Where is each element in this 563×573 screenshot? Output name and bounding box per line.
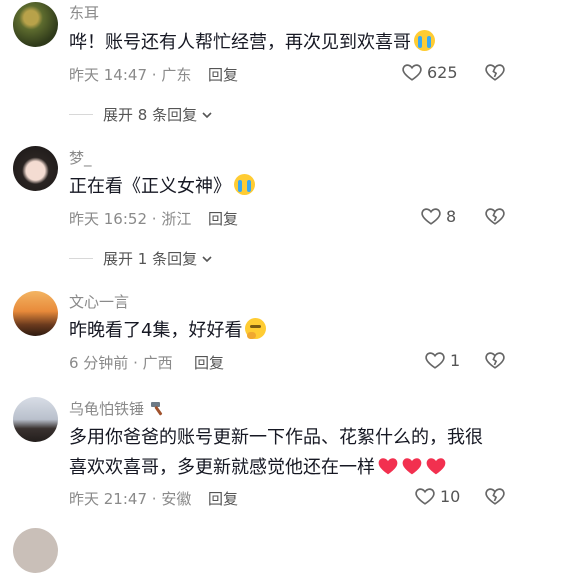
comment-text-line-2: 喜欢欢喜哥，多更新就感觉他还在一样 [69, 453, 509, 483]
comment-location: 广东 [161, 66, 192, 84]
comment-meta: 昨天 16:52 · 浙江 [69, 210, 192, 228]
avatar[interactable] [13, 528, 58, 573]
avatar[interactable] [13, 291, 58, 336]
expand-replies-label: 展开 8 条回复 [103, 106, 198, 124]
comment-meta: 昨天 21:47 · 安徽 [69, 490, 192, 508]
reply-button[interactable]: 回复 [208, 488, 238, 509]
broken-heart-icon[interactable] [484, 485, 506, 507]
comment-location: 广西 [142, 354, 173, 372]
thinking-emoji-icon [245, 318, 267, 339]
broken-heart-icon[interactable] [484, 205, 506, 227]
broken-heart-icon[interactable] [484, 61, 506, 83]
comment-text-content: 喜欢欢喜哥，多更新就感觉他还在一样 [69, 457, 375, 478]
like-count: 625 [427, 62, 458, 82]
hammer-icon [150, 402, 162, 416]
expand-replies-button[interactable]: 展开 1 条回复 [103, 248, 214, 269]
like-count: 1 [450, 350, 461, 370]
comment-meta: 昨天 14:47 · 广东 [69, 66, 192, 84]
expand-replies-button[interactable]: 展开 8 条回复 [103, 104, 214, 125]
comment-time: 6 分钟前 [69, 354, 129, 372]
comment-username[interactable]: 乌龟怕铁锤 [69, 398, 167, 419]
heart-outline-icon [425, 352, 445, 369]
comment-username[interactable]: 梦_ [69, 147, 92, 168]
reply-button[interactable]: 回复 [208, 64, 238, 85]
avatar[interactable] [13, 146, 58, 191]
crying-emoji-icon [414, 30, 435, 51]
comment-meta: 6 分钟前 · 广西 [69, 354, 173, 372]
comment-text: 昨晚看了4集，好好看 [69, 316, 509, 346]
comment-text-content: 哗！账号还有人帮忙经营，再次见到欢喜哥 [69, 32, 411, 53]
comment-text-content: 昨晚看了4集，好好看 [69, 320, 243, 341]
reply-button[interactable]: 回复 [194, 352, 224, 373]
comment-username[interactable]: 东耳 [69, 2, 99, 23]
red-heart-icon [402, 458, 422, 475]
replies-divider [69, 114, 93, 115]
like-button[interactable]: 625 [401, 61, 458, 83]
like-count: 8 [446, 206, 457, 226]
comment-text: 哗！账号还有人帮忙经营，再次见到欢喜哥 [69, 28, 509, 58]
like-button[interactable]: 1 [424, 349, 460, 371]
comment-text: 多用你爸爸的账号更新一下作品、花絮什么的，我很 喜欢欢喜哥，多更新就感觉他还在一… [69, 423, 509, 483]
reply-button[interactable]: 回复 [208, 208, 238, 229]
avatar[interactable] [13, 397, 58, 442]
avatar[interactable] [13, 2, 58, 47]
heart-outline-icon [415, 488, 435, 505]
heart-outline-icon [402, 64, 422, 81]
comment-location: 浙江 [161, 210, 192, 228]
comment-username-text: 乌龟怕铁锤 [69, 400, 145, 418]
comment-text: 正在看《正义女神》 [69, 172, 509, 202]
comment-location: 安徽 [161, 490, 192, 508]
replies-divider [69, 258, 93, 259]
chevron-down-icon [202, 255, 212, 262]
chevron-down-icon [202, 111, 212, 118]
comment-time: 昨天 16:52 [69, 210, 147, 228]
broken-heart-icon[interactable] [484, 349, 506, 371]
heart-outline-icon [421, 208, 441, 225]
like-count: 10 [440, 486, 461, 506]
comment-text-line: 多用你爸爸的账号更新一下作品、花絮什么的，我很 [69, 427, 483, 448]
comment-text-content: 正在看《正义女神》 [69, 176, 231, 197]
comment-time: 昨天 21:47 [69, 490, 147, 508]
expand-replies-label: 展开 1 条回复 [103, 250, 198, 268]
like-button[interactable]: 10 [414, 485, 460, 507]
red-heart-icon [378, 458, 398, 475]
red-heart-icon [426, 458, 446, 475]
crying-emoji-icon [234, 174, 255, 195]
comment-username[interactable]: 文心一言 [69, 291, 129, 312]
like-button[interactable]: 8 [420, 205, 456, 227]
comment-time: 昨天 14:47 [69, 66, 147, 84]
